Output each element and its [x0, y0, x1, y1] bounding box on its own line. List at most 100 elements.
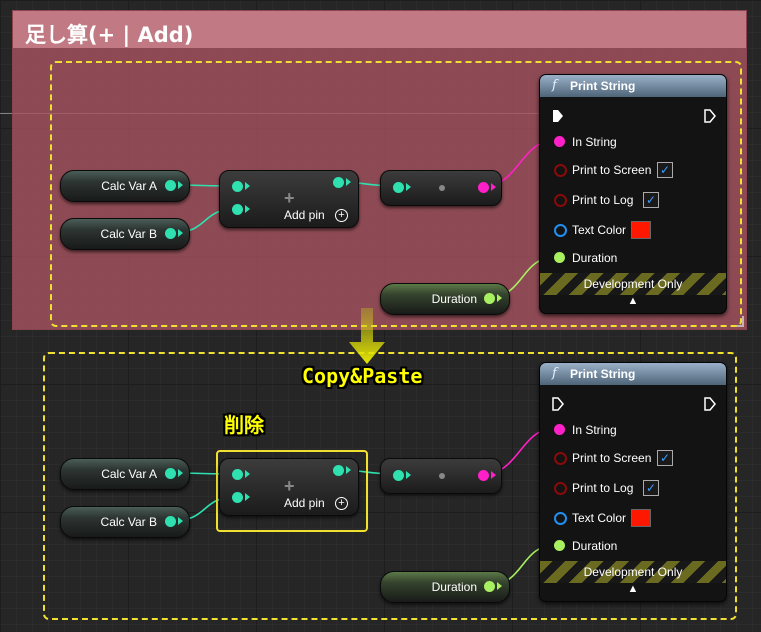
in-string-label: In String: [572, 423, 617, 437]
plus-icon: +: [284, 476, 295, 496]
conversion-dot-icon: [439, 473, 445, 479]
calc-var-b-label: Calc Var B: [100, 227, 157, 241]
function-icon: f: [552, 78, 557, 93]
conversion-dot-icon: [439, 185, 445, 191]
add-pin-plus-circle-icon[interactable]: +: [335, 497, 348, 510]
print-string-title: Print String: [570, 367, 636, 381]
in-string-pin[interactable]: [554, 136, 565, 147]
print-to-log-checkbox[interactable]: ✓: [643, 480, 659, 496]
text-color-swatch[interactable]: [631, 509, 651, 527]
add-input-a-pin[interactable]: [232, 181, 243, 192]
print-to-log-checkbox[interactable]: ✓: [643, 192, 659, 208]
duration-label: Duration: [572, 251, 618, 265]
exec-output-pin[interactable]: [704, 109, 716, 123]
calc-var-a-node-copy[interactable]: Calc Var A: [60, 458, 190, 490]
add-pin-label[interactable]: Add pin: [284, 496, 325, 510]
comment-title: 足し算(+ | Add): [25, 23, 194, 47]
copy-paste-annotation: Copy&Paste: [302, 364, 423, 388]
pin-arrow-icon: [406, 471, 411, 479]
text-color-label: Text Color: [572, 511, 627, 525]
add-input-b-pin[interactable]: [232, 492, 243, 503]
pin-arrow-icon: [178, 469, 183, 477]
conversion-input-pin[interactable]: [393, 182, 404, 193]
calc-var-a-node[interactable]: Calc Var A: [60, 170, 190, 202]
duration-var-label: Duration: [431, 580, 477, 594]
add-input-b-pin[interactable]: [232, 204, 243, 215]
float-output-pin[interactable]: [165, 180, 176, 191]
duration-var-node-copy[interactable]: Duration: [380, 571, 510, 603]
calc-var-a-label: Calc Var A: [101, 179, 157, 193]
conversion-node-copy[interactable]: [380, 458, 502, 494]
pin-arrow-icon: [245, 205, 250, 213]
pin-arrow-icon: [491, 183, 496, 191]
conversion-node[interactable]: [380, 170, 502, 206]
pin-arrow-icon: [178, 229, 183, 237]
text-color-swatch[interactable]: [631, 221, 651, 239]
pin-arrow-icon: [245, 182, 250, 190]
duration-output-pin[interactable]: [484, 581, 495, 592]
duration-var-node[interactable]: Duration: [380, 283, 510, 315]
float-output-pin[interactable]: [165, 468, 176, 479]
exec-input-pin[interactable]: [552, 109, 564, 123]
print-to-screen-pin[interactable]: [554, 452, 567, 465]
pin-arrow-icon: [497, 582, 502, 590]
print-to-log-label: Print to Log: [572, 481, 634, 495]
print-to-screen-checkbox[interactable]: ✓: [657, 450, 673, 466]
print-string-node[interactable]: f Print String In String Print to Screen…: [539, 74, 727, 314]
pin-arrow-icon: [346, 178, 351, 186]
print-string-header[interactable]: f Print String: [540, 363, 726, 385]
conversion-output-pin[interactable]: [478, 182, 489, 193]
conversion-input-pin[interactable]: [393, 470, 404, 481]
calc-var-b-label: Calc Var B: [100, 515, 157, 529]
add-output-pin[interactable]: [333, 465, 344, 476]
comment-header[interactable]: 足し算(+ | Add): [13, 11, 746, 48]
add-pin-label[interactable]: Add pin: [284, 208, 325, 222]
add-output-pin[interactable]: [333, 177, 344, 188]
calc-var-b-node[interactable]: Calc Var B: [60, 218, 190, 250]
function-icon: f: [552, 366, 557, 381]
print-to-screen-label: Print to Screen: [572, 163, 652, 177]
duration-output-pin[interactable]: [484, 293, 495, 304]
collapse-chevron-icon[interactable]: ▲: [540, 583, 726, 595]
print-string-title: Print String: [570, 79, 636, 93]
pin-arrow-icon: [178, 517, 183, 525]
plus-icon: +: [284, 188, 295, 208]
duration-label: Duration: [572, 539, 618, 553]
down-arrow-icon: [349, 308, 385, 364]
add-node-copy[interactable]: + Add pin +: [219, 458, 359, 516]
add-node[interactable]: + Add pin +: [219, 170, 359, 228]
print-to-screen-pin[interactable]: [554, 164, 567, 177]
pin-arrow-icon: [178, 181, 183, 189]
development-only-band: Development Only: [540, 273, 726, 295]
add-input-a-pin[interactable]: [232, 469, 243, 480]
conversion-output-pin[interactable]: [478, 470, 489, 481]
print-to-log-pin[interactable]: [554, 194, 567, 207]
duration-pin[interactable]: [554, 540, 565, 551]
development-only-band: Development Only: [540, 561, 726, 583]
print-to-screen-label: Print to Screen: [572, 451, 652, 465]
print-string-header[interactable]: f Print String: [540, 75, 726, 97]
duration-pin[interactable]: [554, 252, 565, 263]
text-color-pin[interactable]: [554, 512, 567, 525]
duration-var-label: Duration: [431, 292, 477, 306]
calc-var-b-node-copy[interactable]: Calc Var B: [60, 506, 190, 538]
float-output-pin[interactable]: [165, 516, 176, 527]
text-color-pin[interactable]: [554, 224, 567, 237]
add-pin-plus-circle-icon[interactable]: +: [335, 209, 348, 222]
delete-annotation: 削除: [224, 413, 264, 437]
pin-arrow-icon: [245, 470, 250, 478]
in-string-label: In String: [572, 135, 617, 149]
collapse-chevron-icon[interactable]: ▲: [540, 295, 726, 307]
pin-arrow-icon: [346, 466, 351, 474]
pin-arrow-icon: [406, 183, 411, 191]
float-output-pin[interactable]: [165, 228, 176, 239]
development-only-label: Development Only: [583, 277, 683, 291]
print-to-screen-checkbox[interactable]: ✓: [657, 162, 673, 178]
print-string-node-copy[interactable]: f Print String In String Print to Screen…: [539, 362, 727, 602]
exec-output-pin[interactable]: [704, 397, 716, 411]
exec-input-pin[interactable]: [552, 397, 564, 411]
pin-arrow-icon: [245, 493, 250, 501]
in-string-pin[interactable]: [554, 424, 565, 435]
print-to-log-label: Print to Log: [572, 193, 634, 207]
print-to-log-pin[interactable]: [554, 482, 567, 495]
